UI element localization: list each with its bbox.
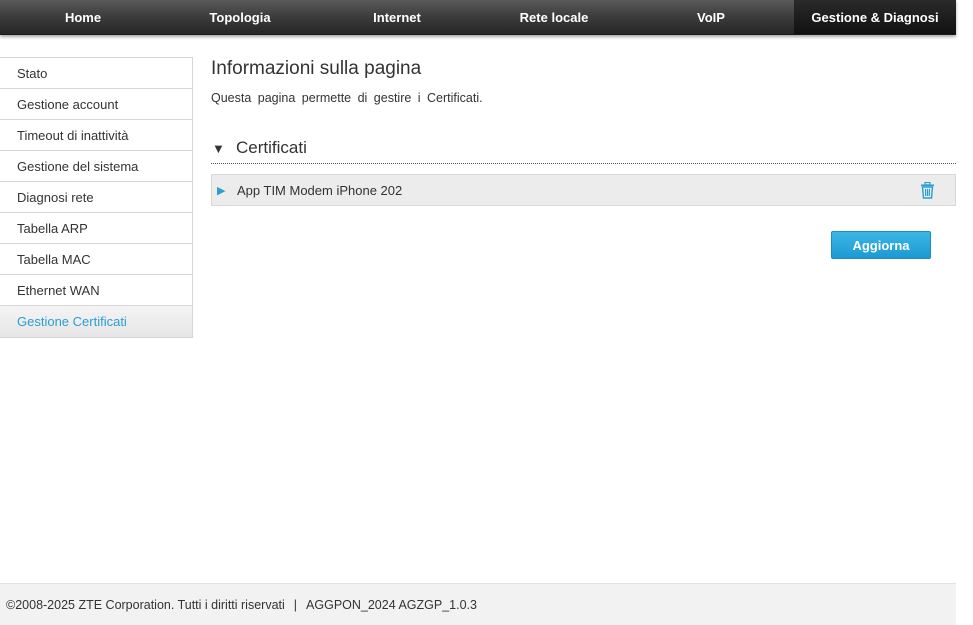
sidebar-item-gestione-sistema[interactable]: Gestione del sistema	[0, 151, 192, 182]
triangle-right-icon[interactable]: ▶	[217, 184, 237, 197]
tab-rete-locale[interactable]: Rete locale	[480, 0, 628, 34]
sidebar-item-gestione-certificati[interactable]: Gestione Certificati	[0, 306, 192, 337]
page-description: Questa pagina permette di gestire i Cert…	[211, 91, 483, 105]
aggiorna-button[interactable]: Aggiorna	[831, 231, 931, 259]
sidebar-menu: Stato Gestione account Timeout di inatti…	[0, 57, 193, 338]
certificati-section-header[interactable]: ▼ Certificati	[211, 133, 956, 164]
sidebar-item-gestione-account[interactable]: Gestione account	[0, 89, 192, 120]
footer: ©2008-2025 ZTE Corporation. Tutti i diri…	[0, 583, 956, 625]
certificate-name: App TIM Modem iPhone 202	[237, 182, 403, 198]
tab-topologia[interactable]: Topologia	[166, 0, 314, 34]
tab-voip[interactable]: VoIP	[628, 0, 794, 34]
firmware-version: AGGPON_2024 AGZGP_1.0.3	[306, 597, 477, 612]
tab-internet[interactable]: Internet	[314, 0, 480, 34]
sidebar-item-tabella-mac[interactable]: Tabella MAC	[0, 244, 192, 275]
tab-home[interactable]: Home	[0, 0, 166, 34]
trash-icon[interactable]	[920, 182, 935, 199]
sidebar-item-stato[interactable]: Stato	[0, 58, 192, 89]
sidebar-item-diagnosi-rete[interactable]: Diagnosi rete	[0, 182, 192, 213]
copyright-text: ©2008-2025 ZTE Corporation. Tutti i diri…	[6, 597, 285, 612]
certificate-row[interactable]: ▶ App TIM Modem iPhone 202	[211, 174, 956, 206]
triangle-down-icon: ▼	[212, 140, 225, 156]
section-title: Certificati	[236, 138, 307, 157]
sidebar-item-ethernet-wan[interactable]: Ethernet WAN	[0, 275, 192, 306]
footer-separator: |	[293, 597, 298, 612]
sidebar-item-tabella-arp[interactable]: Tabella ARP	[0, 213, 192, 244]
tab-gestione-diagnosi[interactable]: Gestione & Diagnosi	[794, 0, 956, 34]
page-title: Informazioni sulla pagina	[211, 58, 422, 79]
sidebar-item-timeout-inattivita[interactable]: Timeout di inattività	[0, 120, 192, 151]
top-navigation: Home Topologia Internet Rete locale VoIP…	[0, 0, 956, 35]
